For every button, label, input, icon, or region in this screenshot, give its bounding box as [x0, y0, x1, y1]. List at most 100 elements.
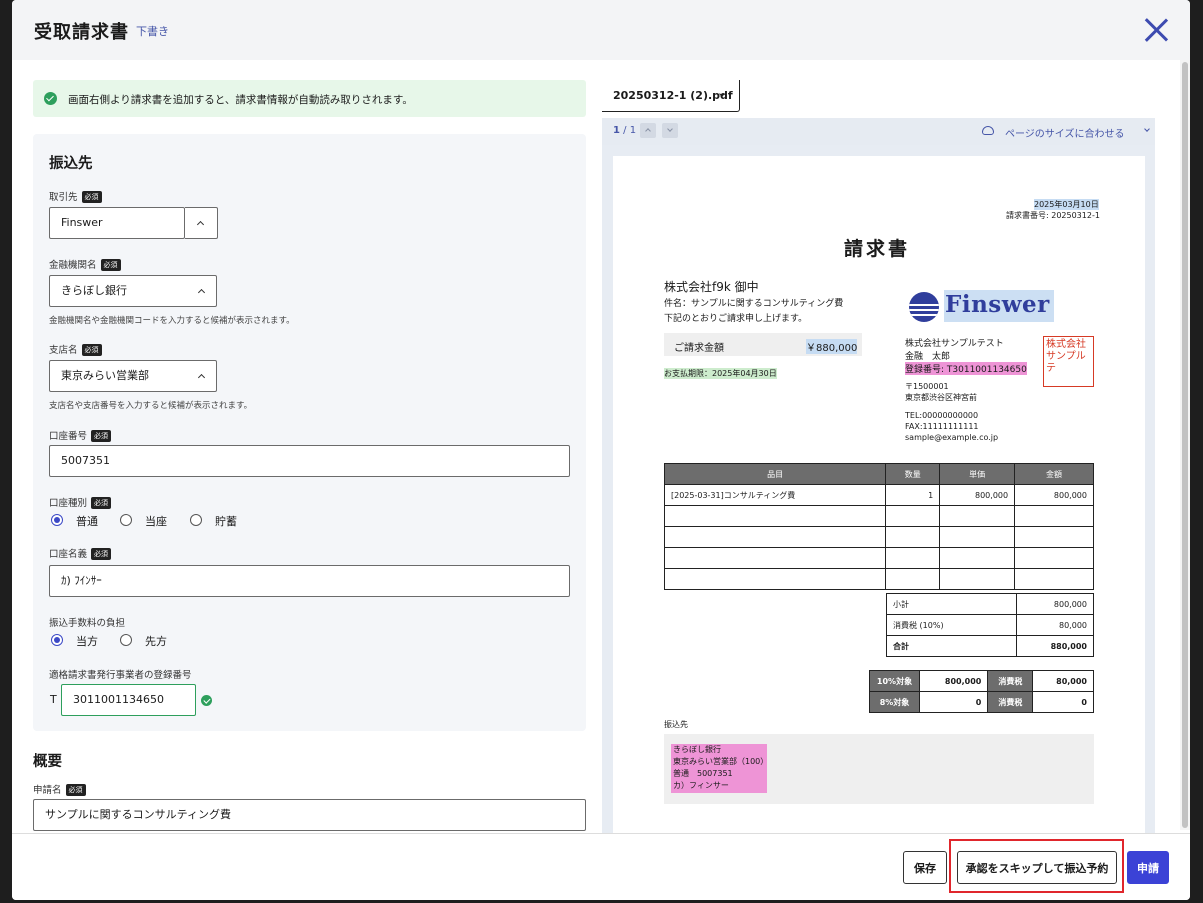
status-badge: 下書き [136, 25, 169, 38]
application-name-input[interactable]: サンプルに関するコンサルティング費 [33, 799, 586, 831]
pdf-canvas[interactable]: 2025年03月10日 請求書番号: 20250312-1 請求書 株式会社f9… [602, 145, 1155, 833]
issuer-person: 金融 太郎 [905, 352, 951, 362]
fit-page-dropdown[interactable]: ページのサイズに合わせる [1005, 125, 1125, 140]
bank-line-4: カ）フィンサー [673, 781, 729, 790]
col-header-amount: 金額 [1014, 463, 1094, 485]
summary-section-title: 概要 [33, 754, 62, 770]
issuer-tel: TEL:00000000000 [905, 411, 979, 420]
registration-input[interactable]: 3011001134650 [61, 684, 196, 716]
account-number-input[interactable]: 5007351 [49, 445, 570, 477]
chevron-up-icon [197, 288, 206, 297]
issuer-name: 株式会社サンプルテスト [905, 339, 1004, 349]
required-badge: 必須 [81, 191, 102, 203]
valid-check-icon [201, 695, 212, 706]
required-badge: 必須 [91, 548, 112, 560]
bank-line-1: きらぼし銀行 [673, 745, 721, 754]
invoice-subject: 件名：サンプルに関するコンサルティング費 [664, 299, 844, 309]
required-badge: 必須 [91, 430, 112, 442]
rate10-label: 10%対象 [869, 670, 920, 692]
amount-box: ご請求金額 ￥880,000 [664, 333, 862, 356]
issuer-reg-no: 登録番号: T3011001134650 [905, 362, 1027, 375]
finswer-logo-text: Finswer [945, 291, 1050, 318]
rate10-tax: 80,000 [1032, 670, 1094, 692]
registration-label: 適格請求書発行事業者の登録番号 [49, 670, 192, 681]
invoice-intro: 下記のとおりご請求申し上げます。 [664, 314, 808, 324]
tax-label: 消費税 (10%) [886, 614, 1017, 636]
bank-value: きらぼし銀行 [61, 284, 127, 297]
partner-input[interactable]: Finswer [49, 207, 185, 239]
cell-qty: 1 [885, 484, 941, 506]
cell-price: 800,000 [939, 484, 1016, 506]
invoice-due: お支払期限：2025年04月30日 [664, 368, 777, 379]
scrollbar-thumb[interactable] [1182, 62, 1188, 828]
chevron-up-icon [197, 373, 206, 382]
account-name-label: 口座名義 必須 [49, 546, 112, 560]
branch-label: 支店名 必須 [49, 342, 102, 356]
chevron-up-icon [196, 220, 205, 229]
tax-value: 80,000 [1016, 614, 1094, 636]
chevron-down-icon [1144, 126, 1150, 132]
bank-select[interactable]: きらぼし銀行 [49, 275, 217, 307]
file-name: 20250312-1 (2).pdf [613, 89, 733, 102]
partner-label: 取引先 必須 [49, 189, 102, 203]
required-badge: 必須 [100, 259, 121, 271]
close-icon[interactable] [1142, 16, 1170, 44]
issuer-address: 東京都渋谷区神宮前 [905, 393, 977, 402]
cell-amount: 800,000 [1014, 484, 1094, 506]
account-type-label: 口座種別 必須 [49, 495, 112, 509]
invoice-modal: 受取請求書 下書き 画面右側より請求書を追加すると、請求書情報が自動読み取りされ… [12, 0, 1190, 900]
col-header-qty: 数量 [885, 463, 941, 485]
partner-toggle-button[interactable] [185, 207, 218, 239]
notice-text: 画面右側より請求書を追加すると、請求書情報が自動読み取りされます。 [68, 94, 413, 106]
radio-chochiku[interactable] [190, 514, 202, 526]
seal-text: 株式会社サンプルテ [1046, 339, 1086, 374]
invoice-date: 2025年03月10日 [1034, 199, 1099, 210]
subtotal-value: 800,000 [1016, 593, 1094, 615]
radio-senpou[interactable] [120, 634, 132, 646]
apply-button[interactable]: 申請 [1127, 851, 1169, 884]
rate8-tax: 0 [1032, 691, 1094, 713]
application-name-label: 申請名 必須 [33, 782, 86, 796]
branch-value: 東京みらい営業部 [61, 369, 149, 382]
viewer-toolbar: 1 / 1 ページのサイズに合わせる [602, 118, 1155, 145]
cell-item: [2025-03-31]コンサルティング費 [663, 484, 887, 506]
company-seal: 株式会社サンプルテ [1043, 336, 1094, 387]
save-button[interactable]: 保存 [903, 851, 947, 884]
totals-table: 小計 800,000 消費税 (10%) 80,000 合計 880,000 [886, 593, 1094, 657]
radio-futsu[interactable] [51, 514, 63, 526]
issuer-postal: 〒1500001 [905, 382, 949, 391]
bank-line-2: 東京みらい営業部（100） [673, 757, 769, 766]
account-number-label: 口座番号 必須 [49, 428, 112, 442]
radio-senpou-label: 先方 [145, 635, 167, 648]
chevron-up-icon [645, 128, 651, 134]
total-value: 880,000 [1016, 635, 1094, 657]
account-name-input[interactable]: ｶ) ﾌｲﾝｻｰ [49, 565, 570, 597]
line-items-table: 品目 数量 単価 金額 [2025-03-31]コンサルティング費 1 800,… [663, 463, 1094, 590]
auto-read-notice: 画面右側より請求書を追加すると、請求書情報が自動読み取りされます。 [33, 80, 586, 117]
finswer-logo-icon [909, 292, 939, 322]
required-badge: 必須 [81, 344, 102, 356]
required-badge: 必須 [65, 784, 86, 796]
prev-page-button[interactable] [640, 123, 656, 138]
bank-label: 金融機関名 必須 [49, 257, 121, 271]
next-page-button[interactable] [662, 123, 678, 138]
radio-futsu-label: 普通 [76, 515, 98, 528]
modal-header: 受取請求書 下書き [12, 0, 1190, 60]
total-label: 合計 [886, 635, 1017, 657]
rate8-tax-label: 消費税 [987, 691, 1034, 713]
skip-approval-button[interactable]: 承認をスキップして振込予約 [957, 851, 1117, 884]
col-header-item: 品目 [663, 463, 887, 485]
table-row [663, 526, 1094, 548]
branch-select[interactable]: 東京みらい営業部 [49, 360, 217, 392]
subtotal-label: 小計 [886, 593, 1017, 615]
table-row [663, 505, 1094, 527]
table-row [663, 568, 1094, 590]
rate10-amount: 800,000 [918, 670, 989, 692]
radio-touza[interactable] [120, 514, 132, 526]
radio-touza-label: 当座 [145, 515, 167, 528]
file-tab[interactable]: 20250312-1 (2).pdf [602, 80, 740, 112]
branch-help: 支店名や支店番号を入力すると候補が表示されます。 [49, 401, 253, 411]
rate8-label: 8%対象 [869, 691, 920, 713]
radio-touhou[interactable] [51, 634, 63, 646]
payee-section-title: 振込先 [49, 156, 93, 172]
